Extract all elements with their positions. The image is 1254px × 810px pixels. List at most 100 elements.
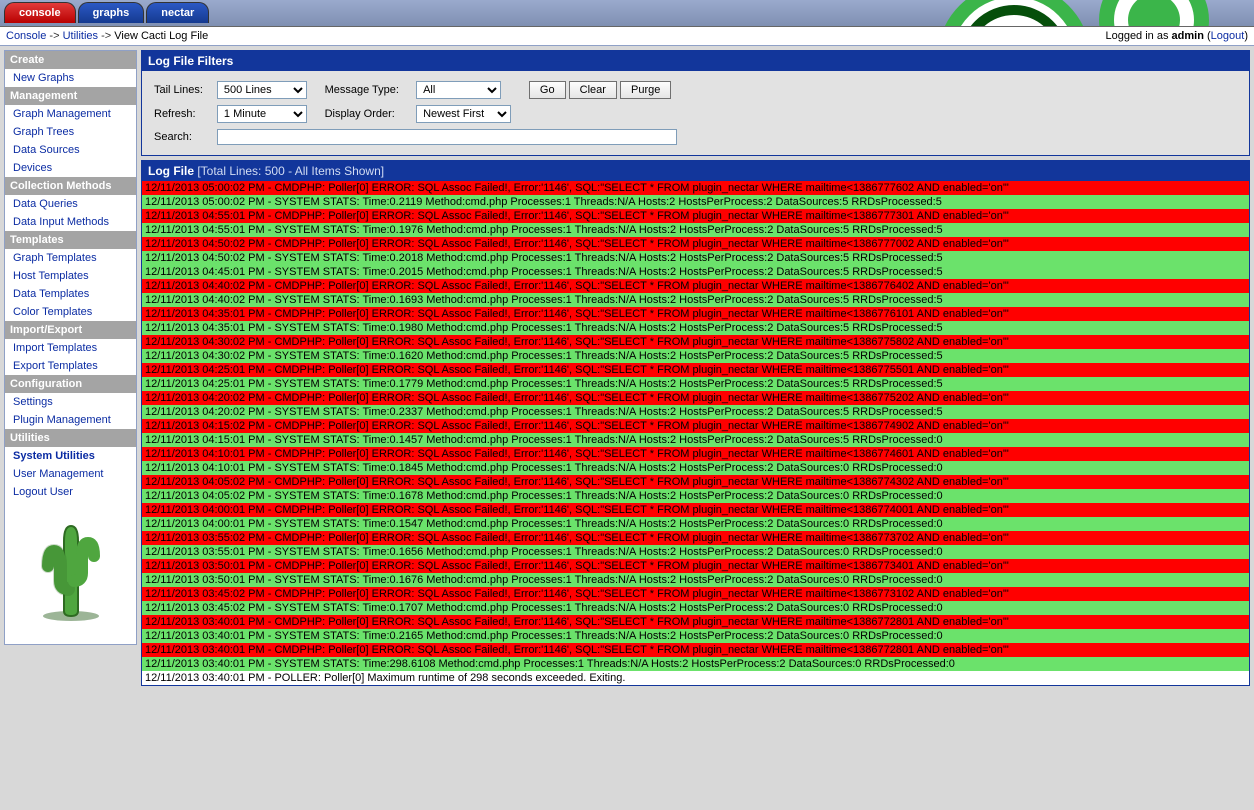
log-row: 12/11/2013 03:40:01 PM - POLLER: Poller[… [142,671,1249,685]
purge-button[interactable]: Purge [620,81,671,99]
log-row: 12/11/2013 04:25:01 PM - CMDPHP: Poller[… [142,363,1249,377]
breadcrumb: Console -> Utilities -> View Cacti Log F… [6,30,208,42]
breadcrumb-console[interactable]: Console [6,30,46,42]
sidebar-section-import-export: Import/Export [5,321,136,339]
log-row: 12/11/2013 04:05:02 PM - CMDPHP: Poller[… [142,475,1249,489]
log-row: 12/11/2013 03:50:01 PM - SYSTEM STATS: T… [142,573,1249,587]
log-row: 12/11/2013 04:10:01 PM - SYSTEM STATS: T… [142,461,1249,475]
tab-console[interactable]: console [4,2,76,23]
message-type-label: Message Type: [319,79,409,101]
breadcrumb-bar: Console -> Utilities -> View Cacti Log F… [0,26,1254,46]
logged-in-prefix: Logged in as [1105,30,1171,42]
search-input[interactable] [217,129,677,145]
log-header-title: Log File [148,164,194,178]
sidebar-item-logout-user[interactable]: Logout User [5,483,136,501]
sidebar-section-management: Management [5,87,136,105]
filters-panel: Log File Filters Tail Lines: 500 Lines M… [141,50,1250,156]
refresh-select[interactable]: 1 Minute [217,105,307,123]
tail-lines-label: Tail Lines: [148,79,209,101]
refresh-label: Refresh: [148,103,209,125]
log-row: 12/11/2013 04:55:01 PM - CMDPHP: Poller[… [142,209,1249,223]
log-row: 12/11/2013 04:05:02 PM - SYSTEM STATS: T… [142,489,1249,503]
log-row: 12/11/2013 03:55:01 PM - SYSTEM STATS: T… [142,545,1249,559]
main-content: Log File Filters Tail Lines: 500 Lines M… [141,50,1250,690]
log-row: 12/11/2013 04:00:01 PM - SYSTEM STATS: T… [142,517,1249,531]
log-row: 12/11/2013 03:40:01 PM - SYSTEM STATS: T… [142,657,1249,671]
sidebar-item-devices[interactable]: Devices [5,159,136,177]
log-row: 12/11/2013 03:40:01 PM - CMDPHP: Poller[… [142,643,1249,657]
sidebar-item-data-queries[interactable]: Data Queries [5,195,136,213]
log-row: 12/11/2013 04:20:02 PM - CMDPHP: Poller[… [142,391,1249,405]
sidebar-item-data-templates[interactable]: Data Templates [5,285,136,303]
log-header: Log File [Total Lines: 500 - All Items S… [142,161,1249,181]
tail-lines-select[interactable]: 500 Lines [217,81,307,99]
log-row: 12/11/2013 03:55:02 PM - CMDPHP: Poller[… [142,531,1249,545]
log-row: 12/11/2013 04:50:02 PM - CMDPHP: Poller[… [142,237,1249,251]
log-row: 12/11/2013 03:50:01 PM - CMDPHP: Poller[… [142,559,1249,573]
sidebar-section-create: Create [5,51,136,69]
log-header-sub: [Total Lines: 500 - All Items Shown] [197,164,384,178]
log-row: 12/11/2013 04:20:02 PM - SYSTEM STATS: T… [142,405,1249,419]
sidebar-item-system-utilities[interactable]: System Utilities [5,447,136,465]
sidebar-item-user-management[interactable]: User Management [5,465,136,483]
sidebar-item-data-input-methods[interactable]: Data Input Methods [5,213,136,231]
sidebar-section-templates: Templates [5,231,136,249]
log-row: 12/11/2013 04:35:01 PM - SYSTEM STATS: T… [142,321,1249,335]
log-row: 12/11/2013 04:40:02 PM - SYSTEM STATS: T… [142,293,1249,307]
log-row: 12/11/2013 05:00:02 PM - CMDPHP: Poller[… [142,181,1249,195]
log-row: 12/11/2013 03:40:01 PM - SYSTEM STATS: T… [142,629,1249,643]
go-button[interactable]: Go [529,81,566,99]
sidebar-item-graph-templates[interactable]: Graph Templates [5,249,136,267]
tab-bar: console graphs nectar [4,2,209,23]
sidebar-item-data-sources[interactable]: Data Sources [5,141,136,159]
log-row: 12/11/2013 04:25:01 PM - SYSTEM STATS: T… [142,377,1249,391]
sidebar-item-import-templates[interactable]: Import Templates [5,339,136,357]
logged-in-area: Logged in as admin (Logout) [1105,30,1248,42]
sidebar-item-export-templates[interactable]: Export Templates [5,357,136,375]
sidebar-section-collection: Collection Methods [5,177,136,195]
log-row: 12/11/2013 03:45:02 PM - CMDPHP: Poller[… [142,587,1249,601]
top-banner: console graphs nectar [0,0,1254,26]
message-type-select[interactable]: All [416,81,501,99]
sidebar-item-graph-trees[interactable]: Graph Trees [5,123,136,141]
breadcrumb-sep: -> [49,30,59,42]
sidebar-item-settings[interactable]: Settings [5,393,136,411]
log-row: 12/11/2013 04:15:02 PM - CMDPHP: Poller[… [142,419,1249,433]
log-row: 12/11/2013 04:15:01 PM - SYSTEM STATS: T… [142,433,1249,447]
clear-button[interactable]: Clear [569,81,617,99]
log-row: 12/11/2013 05:00:02 PM - SYSTEM STATS: T… [142,195,1249,209]
log-body: 12/11/2013 05:00:02 PM - CMDPHP: Poller[… [142,181,1249,685]
log-row: 12/11/2013 04:10:01 PM - CMDPHP: Poller[… [142,447,1249,461]
sidebar-item-plugin-management[interactable]: Plugin Management [5,411,136,429]
log-panel: Log File [Total Lines: 500 - All Items S… [141,160,1250,686]
log-row: 12/11/2013 04:40:02 PM - CMDPHP: Poller[… [142,279,1249,293]
breadcrumb-utilities[interactable]: Utilities [63,30,98,42]
sidebar-section-utilities: Utilities [5,429,136,447]
sidebar: Create New Graphs Management Graph Manag… [4,50,137,645]
tab-graphs[interactable]: graphs [78,2,145,23]
sidebar-item-graph-management[interactable]: Graph Management [5,105,136,123]
log-row: 12/11/2013 03:45:02 PM - SYSTEM STATS: T… [142,601,1249,615]
log-row: 12/11/2013 03:40:01 PM - CMDPHP: Poller[… [142,615,1249,629]
breadcrumb-sep: -> [101,30,111,42]
filters-header: Log File Filters [142,51,1249,71]
log-row: 12/11/2013 04:45:01 PM - SYSTEM STATS: T… [142,265,1249,279]
sidebar-section-configuration: Configuration [5,375,136,393]
log-row: 12/11/2013 04:30:02 PM - CMDPHP: Poller[… [142,335,1249,349]
sidebar-item-host-templates[interactable]: Host Templates [5,267,136,285]
search-label: Search: [148,127,209,147]
display-order-select[interactable]: Newest First [416,105,511,123]
sidebar-item-color-templates[interactable]: Color Templates [5,303,136,321]
tab-nectar[interactable]: nectar [146,2,209,23]
logout-link[interactable]: Logout [1211,30,1245,42]
logged-in-user: admin [1172,30,1204,42]
breadcrumb-current: View Cacti Log File [114,30,208,42]
cactus-logo-icon [5,501,136,644]
banner-art-icon [914,0,1254,26]
log-row: 12/11/2013 04:00:01 PM - CMDPHP: Poller[… [142,503,1249,517]
log-row: 12/11/2013 04:55:01 PM - SYSTEM STATS: T… [142,223,1249,237]
log-row: 12/11/2013 04:35:01 PM - CMDPHP: Poller[… [142,307,1249,321]
log-row: 12/11/2013 04:50:02 PM - SYSTEM STATS: T… [142,251,1249,265]
log-row: 12/11/2013 04:30:02 PM - SYSTEM STATS: T… [142,349,1249,363]
sidebar-item-new-graphs[interactable]: New Graphs [5,69,136,87]
